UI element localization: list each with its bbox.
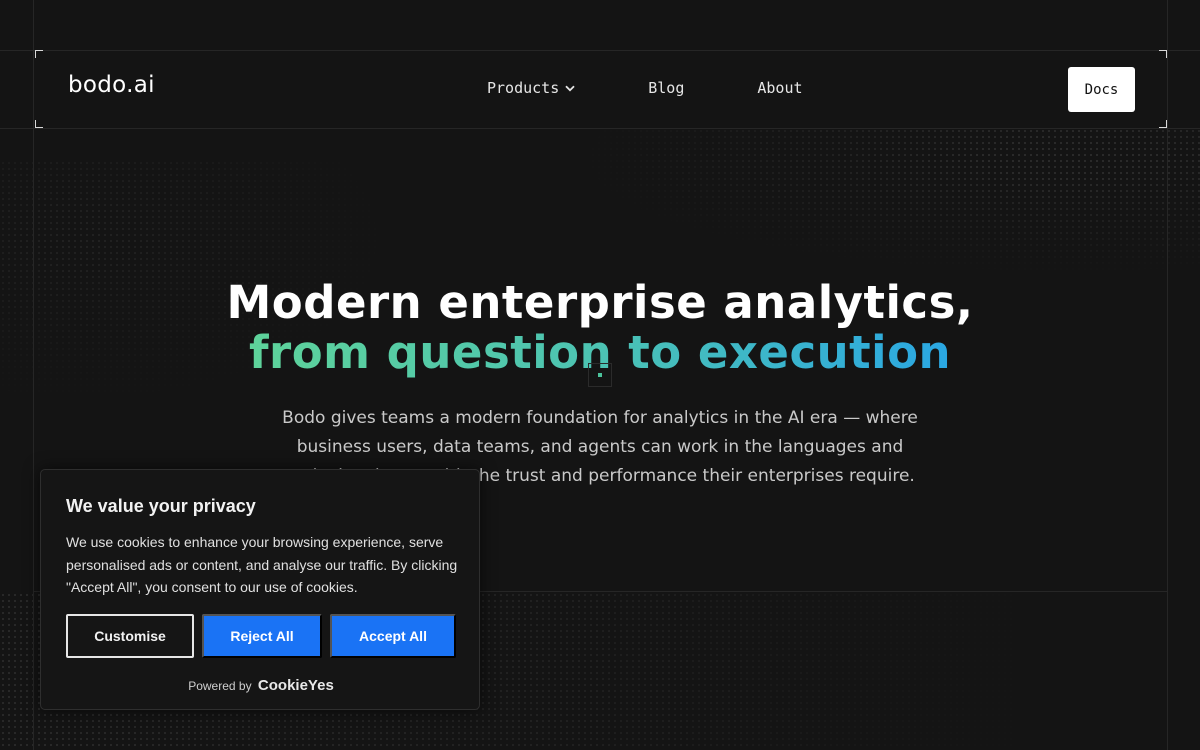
cookie-banner-title: We value your privacy xyxy=(66,496,256,516)
cookie-banner-text: We use cookies to enhance your browsing … xyxy=(66,534,458,595)
cookie-banner: We value your privacy We use cookies to … xyxy=(40,469,480,710)
dot-pattern-top xyxy=(560,128,1200,278)
corner-bracket xyxy=(1159,50,1167,58)
powered-by-label: Powered by xyxy=(188,679,252,693)
frame-line-nav-bottom xyxy=(0,128,1200,129)
navbar: bodo.ai Products Blog About Docs xyxy=(35,50,1167,128)
decorative-marker xyxy=(588,363,612,387)
chevron-down-icon xyxy=(565,85,575,92)
nav-links: Products Blog About xyxy=(487,79,803,97)
reject-all-button[interactable]: Reject All xyxy=(202,614,322,658)
powered-by: Powered by CookieYes xyxy=(41,677,481,694)
nav-link-about[interactable]: About xyxy=(757,79,802,97)
nav-link-blog[interactable]: Blog xyxy=(648,79,684,97)
corner-bracket xyxy=(1159,120,1167,128)
cookieyes-logo[interactable]: CookieYes xyxy=(258,677,334,694)
corner-bracket xyxy=(35,120,43,128)
accept-all-button[interactable]: Accept All xyxy=(330,614,456,658)
nav-link-products-label: Products xyxy=(487,79,560,97)
customise-button[interactable]: Customise xyxy=(66,614,194,658)
docs-button[interactable]: Docs xyxy=(1068,67,1135,112)
logo[interactable]: bodo.ai xyxy=(68,72,155,98)
nav-link-products[interactable]: Products xyxy=(487,79,575,97)
corner-bracket xyxy=(35,50,43,58)
hero-title-line1: Modern enterprise analytics, xyxy=(226,276,974,329)
